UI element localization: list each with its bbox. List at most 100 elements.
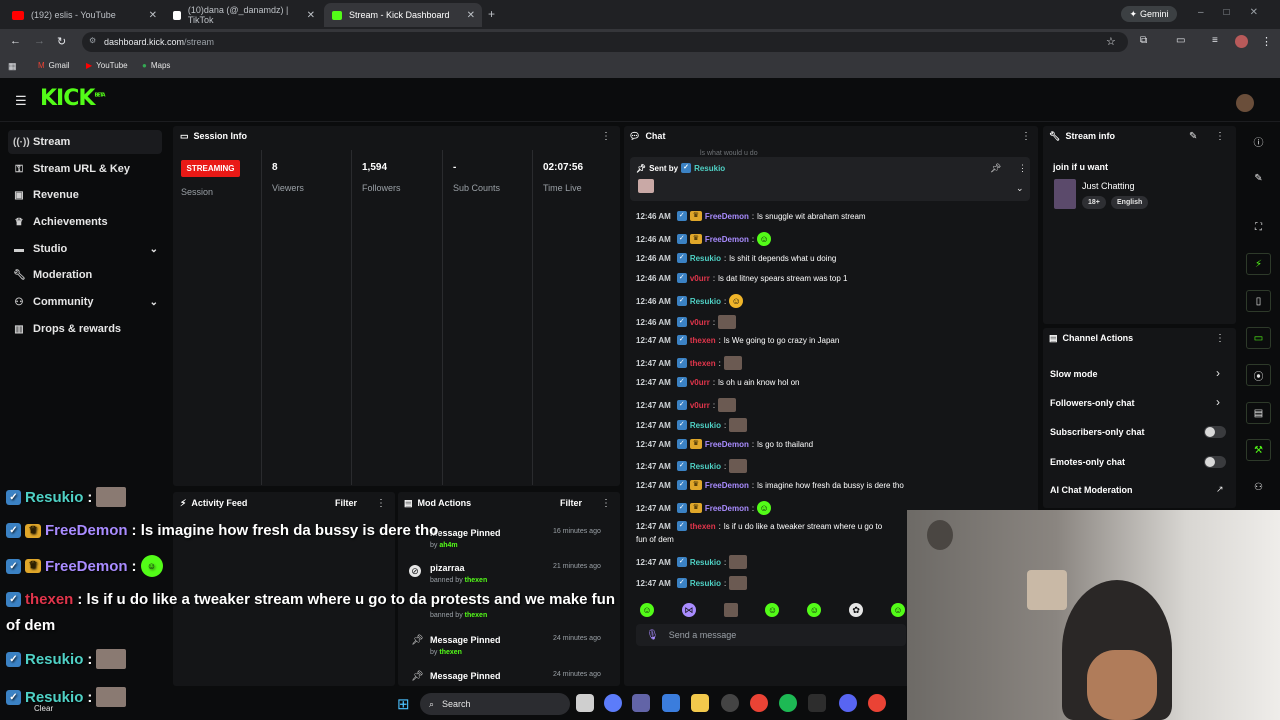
emote-icon[interactable]: ☺ <box>640 603 654 617</box>
panel-menu-icon[interactable]: ⋮ <box>376 498 386 509</box>
mod-user-link[interactable]: thexen <box>465 577 488 584</box>
spotify-icon[interactable] <box>779 694 797 712</box>
emotes-only-toggle[interactable] <box>1204 456 1226 468</box>
tab-youtube[interactable]: (192) eslis - YouTube ✕ <box>4 3 164 27</box>
chat-message[interactable]: 12:47 AM ✓ Resukio: <box>636 555 748 569</box>
window-controls[interactable]: –□✕ <box>1198 7 1278 18</box>
mod-user-link[interactable]: thexen <box>439 649 462 656</box>
close-tab-icon[interactable]: ✕ <box>467 10 475 21</box>
app-icon[interactable] <box>721 694 739 712</box>
chat-username[interactable]: v0urr <box>690 378 710 387</box>
forward-icon[interactable]: → <box>34 35 45 47</box>
panel-menu-icon[interactable]: ⋮ <box>601 498 611 509</box>
layout-icon[interactable]: ▤ <box>1246 402 1271 424</box>
chat-username[interactable]: FreeDemon <box>705 440 749 449</box>
chrome-icon[interactable] <box>750 694 768 712</box>
mod-filter-button[interactable]: Filter <box>560 498 582 508</box>
chat-message[interactable]: 12:47 AM ✓ thexen: ls if u do like a tweake… <box>636 521 882 531</box>
pinned-username[interactable]: Resukio <box>694 164 725 173</box>
tab-tiktok[interactable]: (10)dana (@_danamdz) | TikTok ✕ <box>165 3 322 27</box>
pinned-menu-icon[interactable]: ⋮ <box>1018 163 1027 174</box>
new-tab-icon[interactable]: + <box>488 7 495 21</box>
chat-message[interactable]: 12:47 AM ✓ Resukio: <box>636 418 748 432</box>
back-icon[interactable]: ← <box>10 35 21 47</box>
chat-message[interactable]: 12:47 AM ✓ ♛ FreeDemon: ☺ <box>636 501 772 515</box>
chat-username[interactable]: Resukio <box>690 558 721 567</box>
chat-username[interactable]: FreeDemon <box>705 504 749 513</box>
sidebar-item-drops-rewards[interactable]: ▥ Drops & rewards <box>8 317 162 341</box>
chat-username[interactable]: thexen <box>690 522 716 531</box>
unpin-icon[interactable]: 📌︎ <box>990 163 1001 174</box>
category-name[interactable]: Just Chatting <box>1082 181 1135 191</box>
external-link-icon[interactable]: ↗ <box>1216 484 1224 495</box>
extensions-icon[interactable]: ⧉ <box>1140 35 1147 46</box>
sidebar-item-stream-url-key[interactable]: ⚿ Stream URL & Key <box>8 157 162 181</box>
task-view-icon[interactable] <box>576 694 594 712</box>
chat-message[interactable]: 12:47 AM ✓ ♛ FreeDemon: ls imagine how fresh… <box>636 480 904 490</box>
chat-username[interactable]: Resukio <box>690 579 721 588</box>
chevron-right-icon[interactable]: › <box>1216 366 1220 380</box>
chat-username[interactable]: thexen <box>690 336 716 345</box>
store-icon[interactable] <box>662 694 680 712</box>
bookmark-gmail[interactable]: M Gmail <box>38 61 70 70</box>
cast-icon[interactable]: ▭ <box>1176 35 1185 46</box>
panel-menu-icon[interactable]: ⋮ <box>601 131 611 142</box>
chat-message[interactable]: 12:47 AM ✓ ♛ FreeDemon: ls go to thailand <box>636 439 813 449</box>
user-avatar[interactable] <box>1236 94 1254 112</box>
close-tab-icon[interactable]: ✕ <box>149 10 157 21</box>
discord-icon[interactable] <box>839 694 857 712</box>
taskbar-search[interactable]: ⌕ Search <box>420 693 570 715</box>
media-icon[interactable]: ≡ <box>1212 35 1218 46</box>
chat-username[interactable]: FreeDemon <box>705 235 749 244</box>
chat-message[interactable]: 12:47 AM ✓ Resukio: <box>636 459 748 473</box>
chat-username[interactable]: v0urr <box>690 274 710 283</box>
chat-message[interactable]: 12:47 AM ✓ v0urr: <box>636 398 737 412</box>
emote-icon[interactable] <box>723 603 738 617</box>
wrench-icon[interactable]: ⚒ <box>1246 439 1271 461</box>
bookmark-maps[interactable]: ● Maps <box>142 61 170 70</box>
kick-logo[interactable]: KICKBETA <box>40 86 106 111</box>
chat-username[interactable]: FreeDemon <box>705 481 749 490</box>
sidebar-item-community[interactable]: ⚇ Community ⌄ <box>8 290 162 314</box>
chat-message[interactable]: 12:47 AM ✓ v0urr: ls oh u ain know hol on <box>636 377 799 387</box>
file-explorer-icon[interactable] <box>691 694 709 712</box>
fullscreen-icon[interactable]: ⛶ <box>1246 216 1271 238</box>
chat-icon[interactable]: ▭ <box>1246 327 1271 349</box>
gemini-button[interactable]: ✦ Gemini <box>1121 6 1177 22</box>
sidebar-item-studio[interactable]: ▬ Studio ⌄ <box>8 237 162 261</box>
app-icon[interactable] <box>808 694 826 712</box>
bolt-icon[interactable]: ⚡︎ <box>1246 253 1271 275</box>
chrome-active-icon[interactable] <box>868 694 886 712</box>
chat-message[interactable]: 12:46 AM ✓ ♛ FreeDemon: ☺ <box>636 232 772 246</box>
chat-message[interactable]: 12:46 AM ✓ v0urr: <box>636 315 737 329</box>
chat-username[interactable]: Resukio <box>690 421 721 430</box>
emote-icon[interactable]: ⋈ <box>681 603 696 617</box>
bookmark-star-icon[interactable]: ☆ <box>1106 35 1116 48</box>
profile-avatar[interactable] <box>1235 35 1248 48</box>
info-icon[interactable]: ⓘ <box>1246 130 1271 152</box>
chevron-right-icon[interactable]: › <box>1216 395 1220 409</box>
chat-username[interactable]: thexen <box>690 359 716 368</box>
reload-icon[interactable]: ↻ <box>57 35 66 48</box>
sidebar-item-stream[interactable]: ((·)) Stream <box>8 130 162 154</box>
emote-icon[interactable]: ☺ <box>807 603 822 617</box>
tab-kick-dashboard[interactable]: Stream - Kick Dashboard ✕ <box>324 3 482 27</box>
chat-message[interactable]: 12:47 AM ✓ thexen: ls We going to go crazy … <box>636 335 839 345</box>
emote-icon[interactable]: ✿ <box>849 603 864 617</box>
hamburger-menu-icon[interactable]: ☰ <box>15 93 27 109</box>
copilot-icon[interactable] <box>604 694 622 712</box>
windows-start-icon[interactable]: ⊞ <box>397 695 410 713</box>
menu-kebab-icon[interactable]: ⋮ <box>1261 35 1272 48</box>
teams-icon[interactable] <box>632 694 650 712</box>
site-info-icon[interactable]: ⚙ <box>89 36 96 45</box>
sidebar-item-moderation[interactable]: 🔧︎ Moderation <box>8 263 162 287</box>
panel-menu-icon[interactable]: ⋮ <box>1021 131 1031 142</box>
chat-username[interactable]: v0urr <box>690 401 710 410</box>
panel-menu-icon[interactable]: ⋮ <box>1215 333 1225 344</box>
close-tab-icon[interactable]: ✕ <box>307 10 315 21</box>
emote-icon[interactable]: ☺ <box>890 603 905 617</box>
chat-message[interactable]: 12:46 AM ✓ v0urr: ls dat litney spears stre… <box>636 273 847 283</box>
expand-chevron-icon[interactable]: ⌄ <box>1016 183 1024 194</box>
url-bar[interactable]: dashboard.kick.com/stream <box>82 32 1128 52</box>
sidebar-item-revenue[interactable]: ▣ Revenue <box>8 183 162 207</box>
